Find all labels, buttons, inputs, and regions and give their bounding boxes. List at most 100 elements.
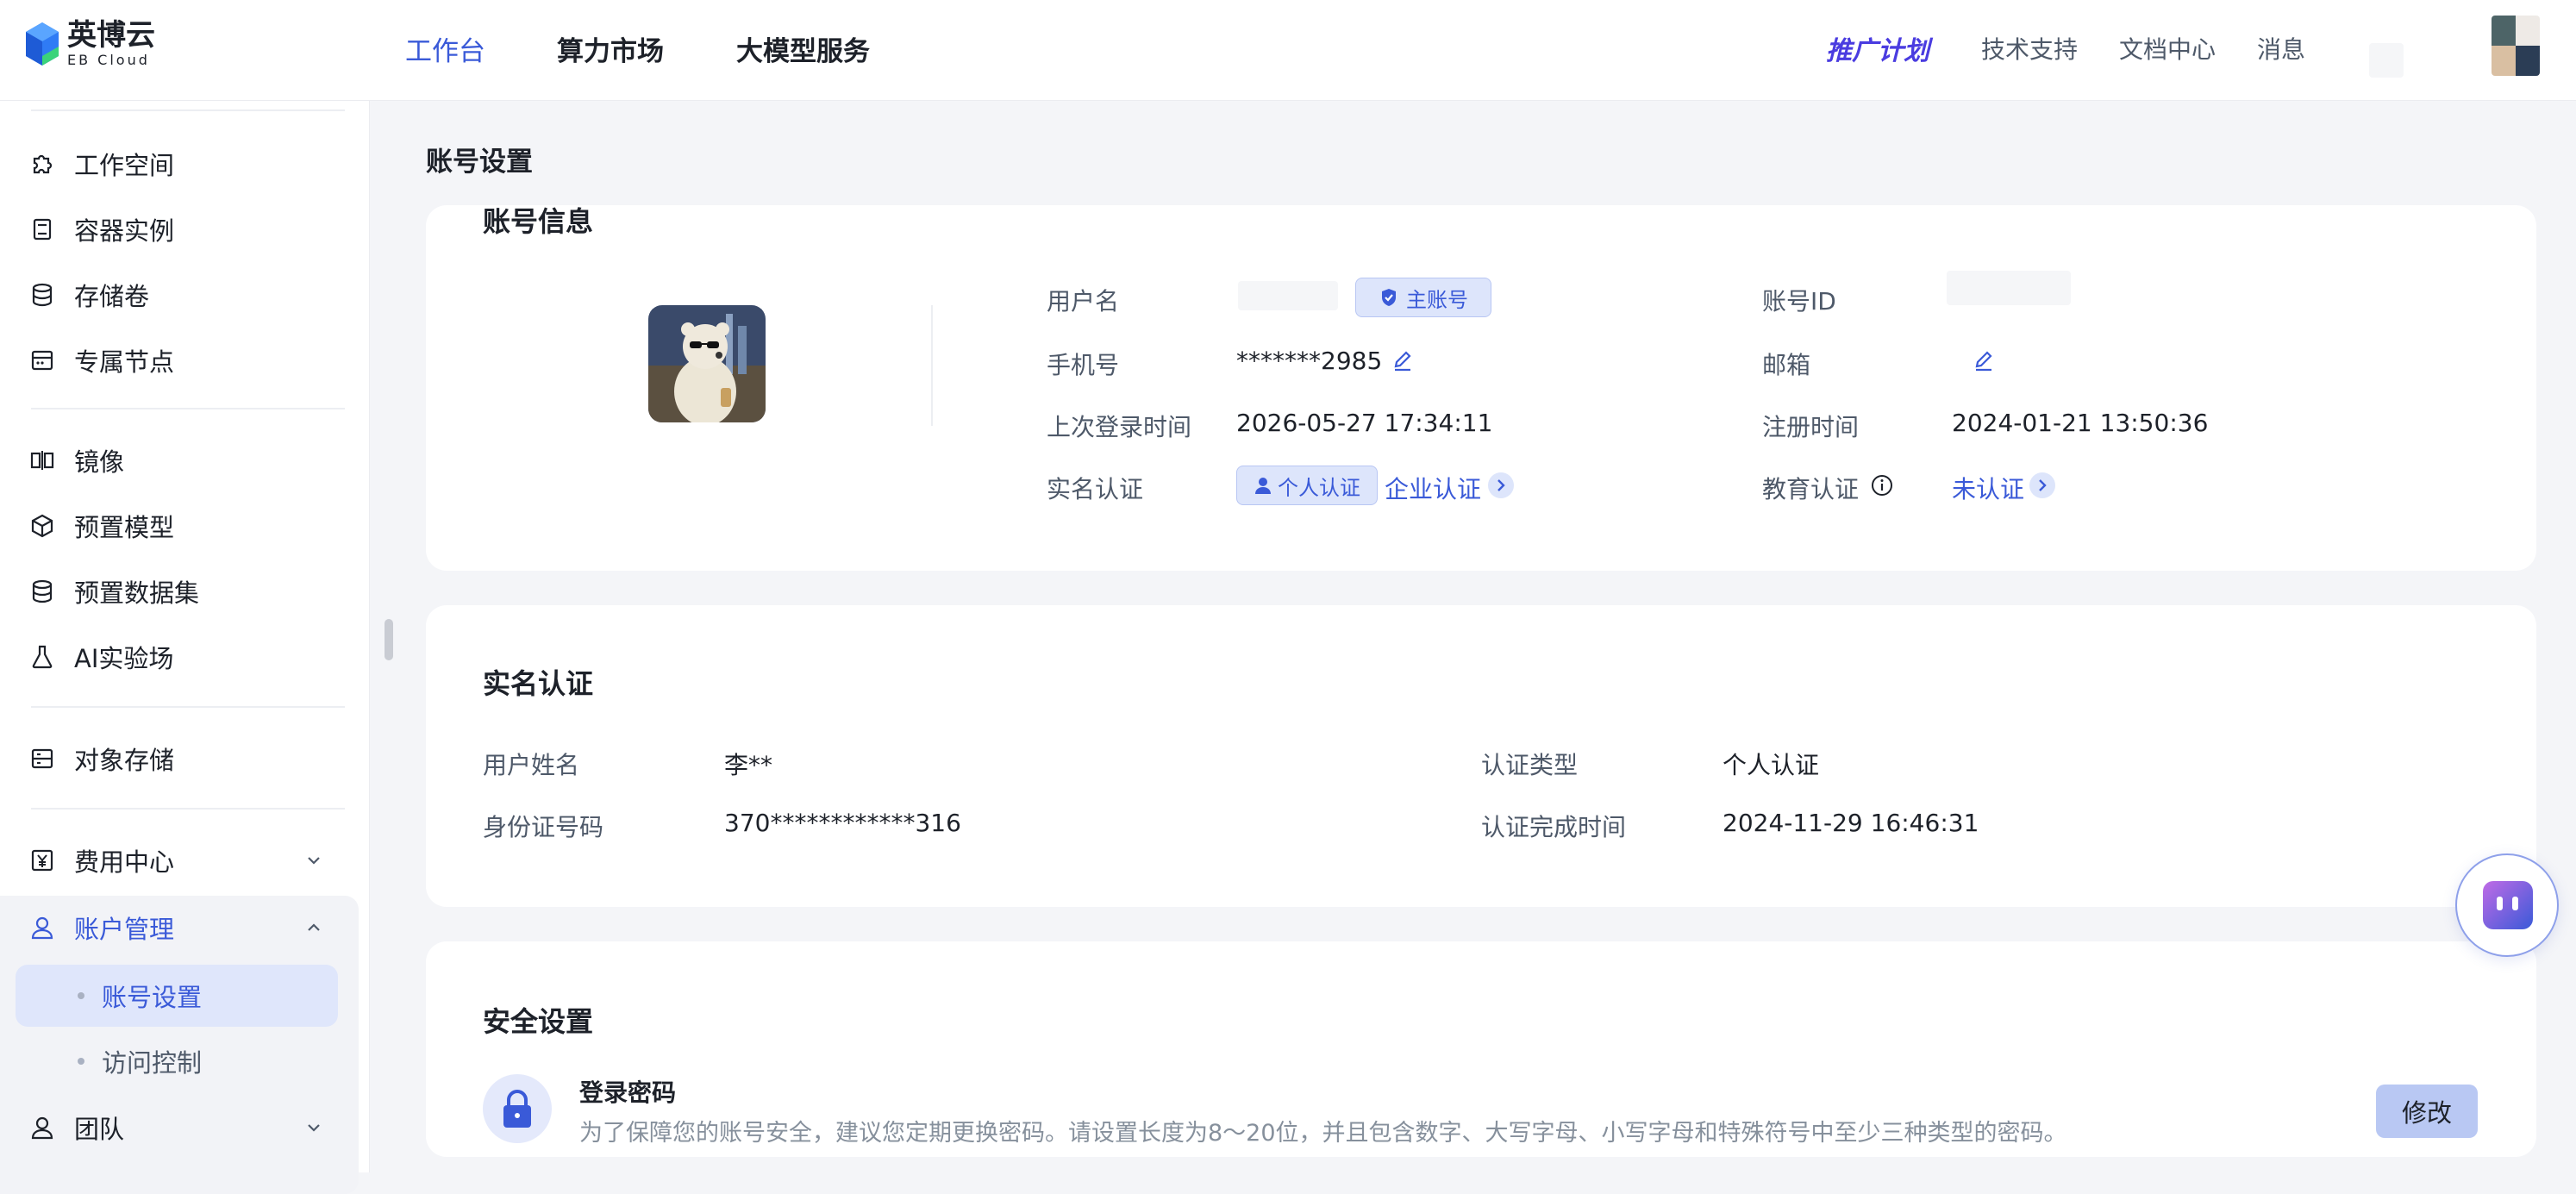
logo-hexagon-icon [26, 22, 59, 66]
chevron-down-icon [308, 1124, 320, 1132]
phone-label: 手机号 [1047, 351, 1120, 379]
realname-id-label: 身份证号码 [483, 813, 604, 841]
bullet-dot [78, 1058, 84, 1065]
personal-auth-tag: 个人认证 [1236, 466, 1378, 505]
messages-link[interactable]: 消息 [2257, 31, 2305, 66]
sidebar-item-mirror[interactable]: 镜像 [0, 435, 369, 485]
sidebar-item-label: 工作空间 [74, 151, 175, 180]
personal-auth-label: 个人认证 [1278, 475, 1360, 500]
sidebar-item-billing[interactable]: 费用中心 [0, 835, 369, 885]
sidebar-subitem-label: 访问控制 [102, 1048, 203, 1078]
sidebar-item-label: 容器实例 [74, 216, 175, 246]
storage-icon [31, 748, 53, 769]
database-icon [32, 283, 53, 307]
main-account-tag-label: 主账号 [1406, 287, 1468, 312]
lock-icon [503, 1090, 531, 1128]
sidebar-item-workspace[interactable]: 工作空间 [0, 139, 369, 189]
sidebar-item-preset-dataset[interactable]: 预置数据集 [0, 566, 369, 616]
edu-auth-status-link[interactable]: 未认证 [1952, 471, 2024, 505]
realname-type-label: 认证类型 [1481, 751, 1579, 779]
sidebar-item-label: 镜像 [74, 447, 125, 477]
lock-badge [483, 1074, 552, 1143]
sidebar-subitem-account-settings[interactable]: 账号设置 [16, 965, 338, 1027]
team-icon [31, 1116, 53, 1140]
enterprise-auth-arrow[interactable] [1488, 472, 1514, 498]
account-info-card: 账号信息 用户名 主账号 账号ID 手机号 *******2985 邮箱 上次登… [426, 205, 2536, 571]
bear-avatar-icon [648, 305, 766, 422]
register-time-value: 2024-01-21 13:50:36 [1952, 409, 2209, 437]
node-icon [31, 350, 53, 371]
tech-support-link[interactable]: 技术支持 [1981, 31, 2078, 66]
sidebar-item-container[interactable]: 容器实例 [0, 204, 369, 254]
user-avatar[interactable] [2492, 16, 2540, 76]
nav-workbench[interactable]: 工作台 [405, 29, 485, 68]
enterprise-auth-link[interactable]: 企业认证 [1385, 471, 1481, 505]
sidebar-item-label: 专属节点 [74, 347, 175, 377]
docs-link[interactable]: 文档中心 [2119, 31, 2216, 66]
sidebar-divider [31, 706, 345, 708]
nav-llm-service[interactable]: 大模型服务 [736, 29, 870, 68]
top-navbar: 英博云 EB Cloud 工作台 算力市场 大模型服务 推广计划 技术支持 文档… [0, 0, 2576, 101]
sidebar-item-team[interactable]: 团队 [0, 1103, 369, 1153]
sidebar-divider [31, 408, 345, 409]
last-login-label: 上次登录时间 [1047, 413, 1192, 441]
security-card: 安全设置 登录密码 为了保障您的账号安全，建议您定期更换密码。请设置长度为8～2… [426, 941, 2536, 1157]
brand-logo[interactable]: 英博云 EB Cloud [24, 21, 155, 67]
person-icon [1255, 478, 1271, 494]
nav-compute-market[interactable]: 算力市场 [557, 29, 664, 68]
sidebar-resize-handle[interactable] [385, 619, 393, 660]
sidebar-item-label: 预置数据集 [74, 578, 200, 608]
vertical-divider [931, 305, 933, 426]
sidebar-divider [31, 109, 345, 111]
sidebar-item-account-management[interactable]: 账户管理 [0, 903, 369, 953]
info-icon[interactable] [1871, 474, 1893, 497]
edu-auth-label: 教育认证 [1762, 475, 1860, 503]
sidebar-item-label: AI实验场 [74, 644, 174, 673]
sidebar-item-volume[interactable]: 存储卷 [0, 270, 369, 320]
brand-name-en: EB Cloud [67, 52, 150, 68]
sidebar-item-object-storage[interactable]: 对象存储 [0, 734, 369, 784]
password-title: 登录密码 [579, 1078, 677, 1107]
sidebar-item-label: 存储卷 [74, 282, 150, 311]
sidebar-item-dedicated-node[interactable]: 专属节点 [0, 335, 369, 385]
dataset-icon [32, 579, 53, 603]
realname-name-value: 李** [724, 751, 773, 779]
assistant-float-button[interactable] [2455, 853, 2559, 957]
security-title: 安全设置 [483, 1005, 594, 1038]
username-label: 用户名 [1047, 287, 1120, 316]
sidebar-divider [31, 808, 345, 810]
cube-icon [31, 514, 53, 538]
realname-title: 实名认证 [483, 667, 594, 700]
edit-email-icon[interactable] [1973, 350, 1995, 372]
profile-avatar[interactable] [648, 305, 766, 422]
edit-phone-icon[interactable] [1391, 350, 1414, 372]
chevron-right-icon [1497, 479, 1505, 491]
sidebar-subitem-access-control[interactable]: 访问控制 [16, 1030, 338, 1092]
modify-password-button[interactable]: 修改 [2376, 1085, 2478, 1138]
realname-id-value: 370************316 [724, 809, 961, 837]
flask-icon [32, 645, 53, 669]
phone-value: *******2985 [1236, 347, 1383, 375]
chevron-down-icon [308, 857, 320, 865]
page-title: 账号设置 [426, 147, 533, 178]
sidebar-item-label: 费用中心 [74, 847, 175, 877]
email-label: 邮箱 [1762, 351, 1811, 379]
sidebar-item-label: 预置模型 [74, 513, 175, 542]
edu-auth-arrow[interactable] [2029, 472, 2055, 498]
realname-type-value: 个人认证 [1723, 751, 1820, 779]
realname-card: 实名认证 用户姓名 李** 认证类型 个人认证 身份证号码 370*******… [426, 605, 2536, 907]
sidebar-item-label: 账户管理 [74, 915, 175, 944]
promo-link[interactable]: 推广计划 [1826, 29, 1929, 67]
main-account-tag: 主账号 [1355, 278, 1491, 317]
sidebar-subitem-label: 账号设置 [102, 983, 203, 1012]
last-login-value: 2026-05-27 17:34:11 [1236, 409, 1493, 437]
verified-shield-icon [1382, 289, 1396, 306]
brand-name: 英博云 [67, 18, 155, 53]
notification-placeholder [2369, 43, 2404, 78]
chevron-right-icon [2039, 479, 2047, 491]
password-description: 为了保障您的账号安全，建议您定期更换密码。请设置长度为8～20位，并且包含数字、… [579, 1120, 2067, 1147]
realname-time-label: 认证完成时间 [1481, 813, 1627, 841]
robot-assistant-icon [2483, 881, 2533, 929]
sidebar-item-preset-model[interactable]: 预置模型 [0, 501, 369, 551]
sidebar-item-ai-lab[interactable]: AI实验场 [0, 632, 369, 682]
